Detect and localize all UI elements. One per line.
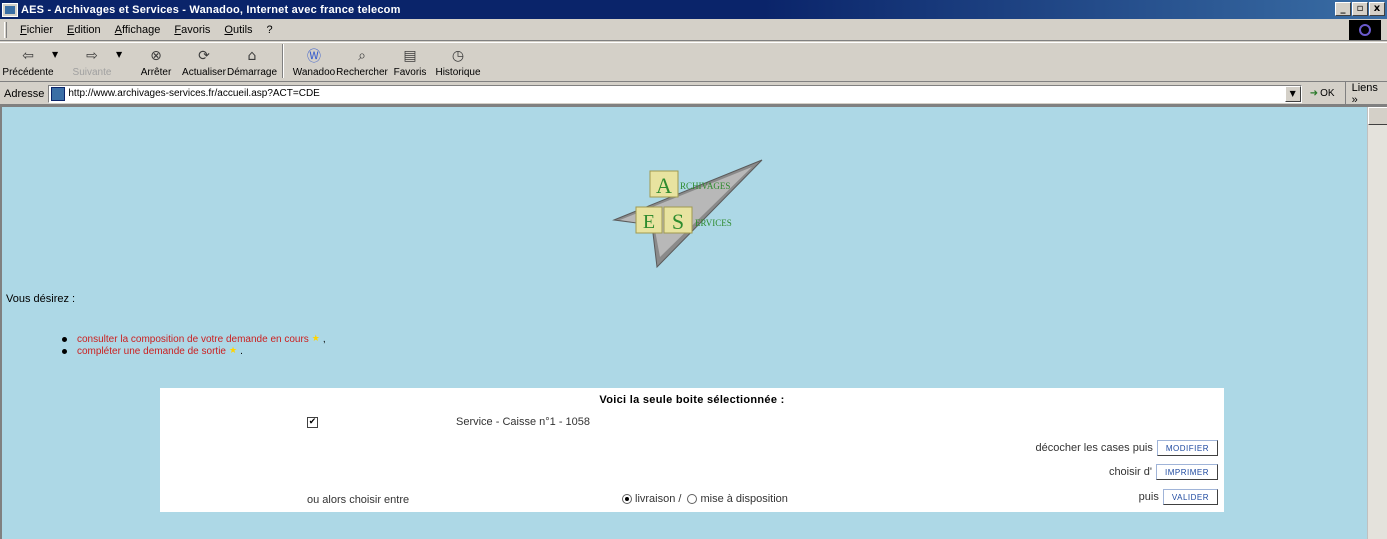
intro-text: Vous désirez : — [6, 293, 76, 305]
stop-label: Arrêter — [140, 67, 172, 78]
close-button[interactable]: x — [1369, 2, 1385, 16]
page-content: A RCHIVAGES E S ERVICES Vous désirez : c… — [2, 107, 1367, 539]
browser-icon — [2, 2, 18, 17]
restore-button[interactable]: ▫ — [1352, 2, 1368, 16]
forward-label: Suivante — [72, 67, 112, 78]
logo-word-services: ERVICES — [695, 218, 732, 228]
address-url: http://www.archivages-services.fr/accuei… — [68, 88, 320, 99]
list-punct: , — [322, 333, 326, 345]
window-title: AES - Archivages et Services - Wanadoo, … — [21, 3, 401, 16]
stop-icon: ⊗ — [150, 48, 162, 64]
home-button[interactable]: ⌂ Démarrage — [226, 47, 278, 78]
go-button[interactable]: ➜ OK — [1310, 88, 1335, 99]
address-input[interactable]: http://www.archivages-services.fr/accuei… — [48, 84, 1302, 103]
back-button[interactable]: ⇦ Précédente — [2, 47, 54, 78]
forward-arrow-icon: ⇨ — [86, 48, 98, 64]
vertical-scrollbar[interactable] — [1367, 107, 1387, 539]
favorites-button[interactable]: ▤ Favoris — [386, 47, 434, 78]
browser-viewport: A RCHIVAGES E S ERVICES Vous désirez : c… — [0, 105, 1387, 539]
star-icon: ★ — [311, 334, 320, 344]
box-checkbox[interactable]: ✔ — [307, 417, 318, 428]
pickup-radio-label: mise à disposition — [700, 493, 788, 505]
list-punct: . — [240, 345, 243, 357]
page-icon — [51, 86, 66, 101]
print-row: choisir d' IMPRIMER — [1109, 464, 1218, 480]
bullet-icon — [62, 336, 67, 342]
logo-letter-s: S — [672, 209, 684, 234]
star-icon: ★ — [228, 346, 238, 356]
window-controls: _ ▫ x — [1335, 2, 1385, 16]
panel-title: Voici la seule boite sélectionnée : — [599, 394, 785, 406]
print-label: choisir d' — [1108, 466, 1152, 478]
go-label: OK — [1320, 88, 1335, 99]
service-label: Service - Caisse n°1 - 1058 — [456, 416, 591, 428]
options-list: consulter la composition de votre demand… — [62, 333, 326, 357]
home-icon: ⌂ — [247, 48, 257, 64]
search-label: Rechercher — [336, 67, 388, 78]
window-titlebar: AES - Archivages et Services - Wanadoo, … — [0, 0, 1387, 19]
menu-file[interactable]: Fichier — [13, 24, 60, 36]
back-label: Précédente — [2, 67, 54, 78]
menu-view[interactable]: Affichage — [108, 24, 168, 36]
delivery-radio-group: livraison / mise à disposition — [622, 493, 788, 505]
address-dropdown-icon[interactable]: ▼ — [1284, 85, 1301, 102]
toolbar-grip[interactable] — [4, 21, 7, 38]
aes-logo: A RCHIVAGES E S ERVICES — [612, 159, 763, 269]
go-arrow-icon: ➜ — [1309, 88, 1319, 99]
address-bar: Adresse http://www.archivages-services.f… — [0, 81, 1387, 106]
forward-dropdown-icon[interactable]: ▼ — [116, 50, 126, 59]
menu-edit[interactable]: Edition — [60, 24, 108, 36]
list-item: compléter une demande de sortie ★ . — [62, 345, 326, 357]
wanadoo-icon: Ⓦ — [307, 49, 321, 65]
validate-button[interactable]: VALIDER — [1162, 489, 1218, 505]
logo-letter-a: A — [656, 173, 672, 198]
menu-bar: Fichier Edition Affichage Favoris Outils… — [0, 19, 1387, 41]
menu-tools[interactable]: Outils — [217, 24, 259, 36]
search-icon: ⌕ — [358, 48, 366, 64]
choose-label: ou alors choisir entre — [307, 494, 410, 506]
history-label: Historique — [435, 67, 481, 78]
modify-row: décocher les cases puis MODIFIER — [1035, 440, 1218, 456]
ie-throbber-icon — [1349, 20, 1381, 40]
refresh-label: Actualiser — [182, 67, 226, 78]
complete-link[interactable]: compléter une demande de sortie — [77, 346, 226, 357]
list-item: consulter la composition de votre demand… — [62, 333, 326, 345]
standard-toolbar: ⇦ Précédente ▼ ⇨ Suivante ▼ ⊗ Arrêter ⟳ … — [0, 42, 1387, 82]
menu-help[interactable]: ? — [260, 24, 280, 36]
pickup-radio[interactable] — [687, 494, 698, 504]
refresh-button[interactable]: ⟳ Actualiser — [180, 47, 228, 78]
refresh-icon: ⟳ — [198, 48, 210, 64]
logo-letter-e: E — [643, 211, 655, 233]
wanadoo-button[interactable]: Ⓦ Wanadoo — [290, 47, 338, 78]
back-arrow-icon: ⇦ — [22, 48, 34, 64]
validate-row: puis VALIDER — [1139, 489, 1218, 505]
links-button[interactable]: Liens » — [1344, 81, 1387, 106]
history-icon: ◷ — [451, 48, 465, 64]
consult-link[interactable]: consulter la composition de votre demand… — [77, 334, 309, 345]
favorites-label: Favoris — [393, 67, 427, 78]
minimize-button[interactable]: _ — [1335, 2, 1351, 16]
menu-favorites[interactable]: Favoris — [167, 24, 217, 36]
favorites-icon: ▤ — [403, 48, 417, 64]
forward-button[interactable]: ⇨ Suivante — [68, 47, 116, 78]
print-button[interactable]: IMPRIMER — [1156, 464, 1218, 480]
logo-word-archivages: RCHIVAGES — [680, 181, 730, 191]
scroll-thumb[interactable] — [1368, 107, 1387, 125]
delivery-radio-label: livraison / — [635, 493, 682, 505]
history-button[interactable]: ◷ Historique — [434, 47, 482, 78]
toolbar-separator — [282, 43, 284, 78]
address-label: Adresse — [4, 87, 45, 100]
bullet-icon — [62, 348, 67, 354]
validate-label: puis — [1138, 491, 1159, 503]
search-button[interactable]: ⌕ Rechercher — [336, 47, 388, 78]
modify-button[interactable]: MODIFIER — [1156, 440, 1218, 456]
home-label: Démarrage — [226, 67, 278, 78]
selection-panel: Voici la seule boite sélectionnée : ✔ Se… — [160, 388, 1224, 512]
stop-button[interactable]: ⊗ Arrêter — [132, 47, 180, 78]
modify-label: décocher les cases puis — [1035, 442, 1153, 454]
wanadoo-label: Wanadoo — [292, 67, 336, 78]
delivery-radio[interactable] — [622, 494, 632, 504]
back-dropdown-icon[interactable]: ▼ — [52, 50, 62, 59]
